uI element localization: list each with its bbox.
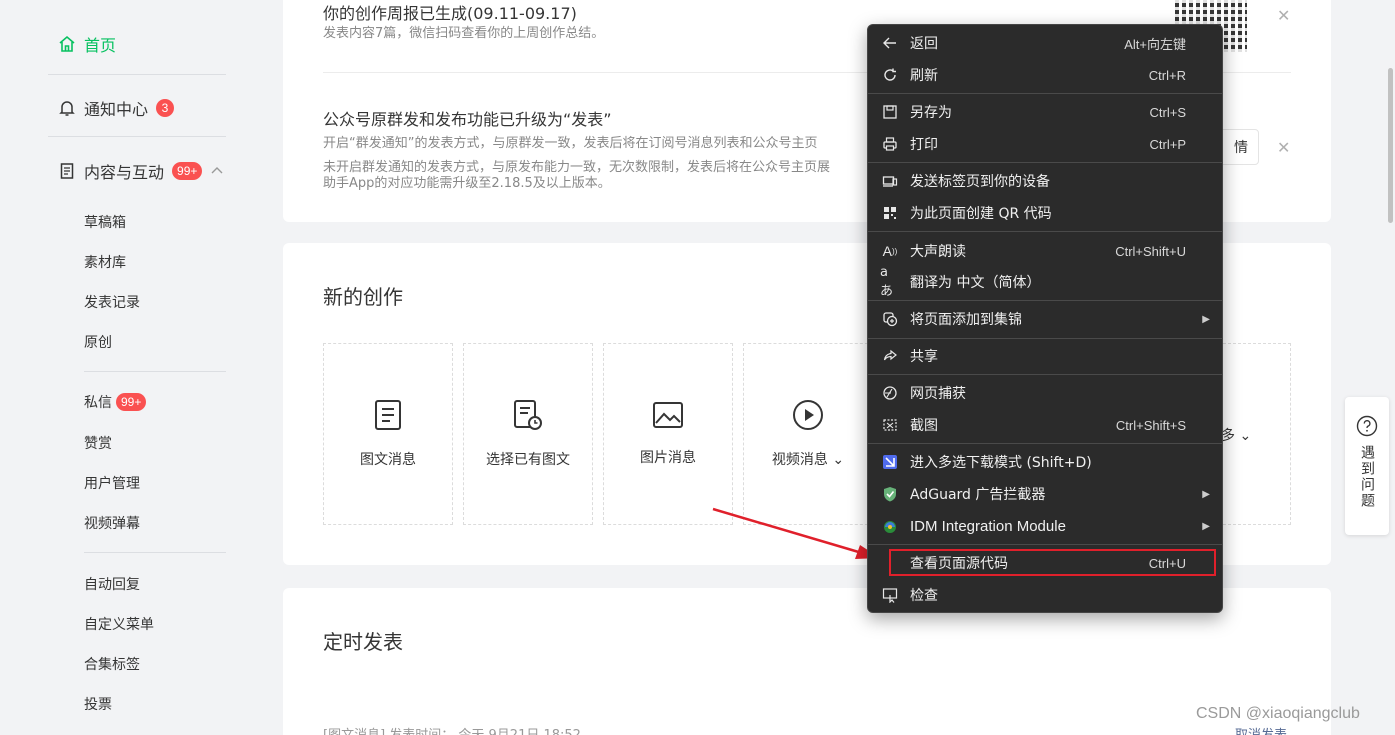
save-icon <box>880 102 900 122</box>
idm-icon <box>880 516 900 536</box>
menu-separator <box>868 374 1222 375</box>
qr-code-icon <box>880 203 900 223</box>
context-menu: 返回 Alt+向左键 刷新 Ctrl+R 另存为 Ctrl+S 打印 Ctrl+… <box>867 24 1223 613</box>
menu-item-refresh[interactable]: 刷新 Ctrl+R <box>868 60 1222 90</box>
menu-item-save-as[interactable]: 另存为 Ctrl+S <box>868 97 1222 127</box>
menu-item-qr-code[interactable]: 为此页面创建 QR 代码 <box>868 198 1222 228</box>
print-icon <box>880 134 900 154</box>
menu-item-inspect[interactable]: 检查 <box>868 580 1222 610</box>
submenu-arrow-icon: ▶ <box>1202 313 1210 325</box>
menu-item-multi-download[interactable]: 进入多选下载模式 (Shift+D) <box>868 447 1222 477</box>
read-aloud-icon: A)) <box>882 243 898 259</box>
menu-item-idm[interactable]: IDM Integration Module ▶ <box>868 511 1222 541</box>
menu-item-translate[interactable]: aあ 翻译为 中文（简体） <box>868 265 1222 299</box>
multi-download-icon <box>880 452 900 472</box>
menu-item-print[interactable]: 打印 Ctrl+P <box>868 129 1222 159</box>
submenu-arrow-icon: ▶ <box>1202 520 1210 532</box>
screenshot-icon <box>880 415 900 435</box>
translate-icon: aあ <box>880 265 894 299</box>
highlight-box <box>889 549 1216 576</box>
inspect-icon <box>880 585 900 605</box>
submenu-arrow-icon: ▶ <box>1202 488 1210 500</box>
watermark: CSDN @xiaoqiangclub <box>1196 705 1360 722</box>
menu-separator <box>868 93 1222 94</box>
send-device-icon <box>880 171 900 191</box>
menu-item-back[interactable]: 返回 Alt+向左键 <box>868 28 1222 58</box>
menu-separator <box>868 162 1222 163</box>
menu-item-screenshot[interactable]: 截图 Ctrl+Shift+S <box>868 410 1222 440</box>
adguard-icon <box>880 484 900 504</box>
menu-separator <box>868 231 1222 232</box>
collections-icon <box>880 309 900 329</box>
menu-item-adguard[interactable]: AdGuard 广告拦截器 ▶ <box>868 479 1222 509</box>
menu-item-send-tab[interactable]: 发送标签页到你的设备 <box>868 166 1222 196</box>
web-capture-icon <box>880 383 900 403</box>
menu-separator <box>868 338 1222 339</box>
menu-separator <box>868 544 1222 545</box>
menu-item-read-aloud[interactable]: A)) 大声朗读 Ctrl+Shift+U <box>868 236 1222 266</box>
menu-item-web-capture[interactable]: 网页捕获 <box>868 378 1222 408</box>
menu-item-share[interactable]: 共享 <box>868 341 1222 371</box>
share-icon <box>880 346 900 366</box>
menu-separator <box>868 300 1222 301</box>
back-arrow-icon <box>880 33 900 53</box>
refresh-icon <box>880 65 900 85</box>
menu-item-add-to-collections[interactable]: 将页面添加到集锦 ▶ <box>868 304 1222 334</box>
menu-separator <box>868 443 1222 444</box>
